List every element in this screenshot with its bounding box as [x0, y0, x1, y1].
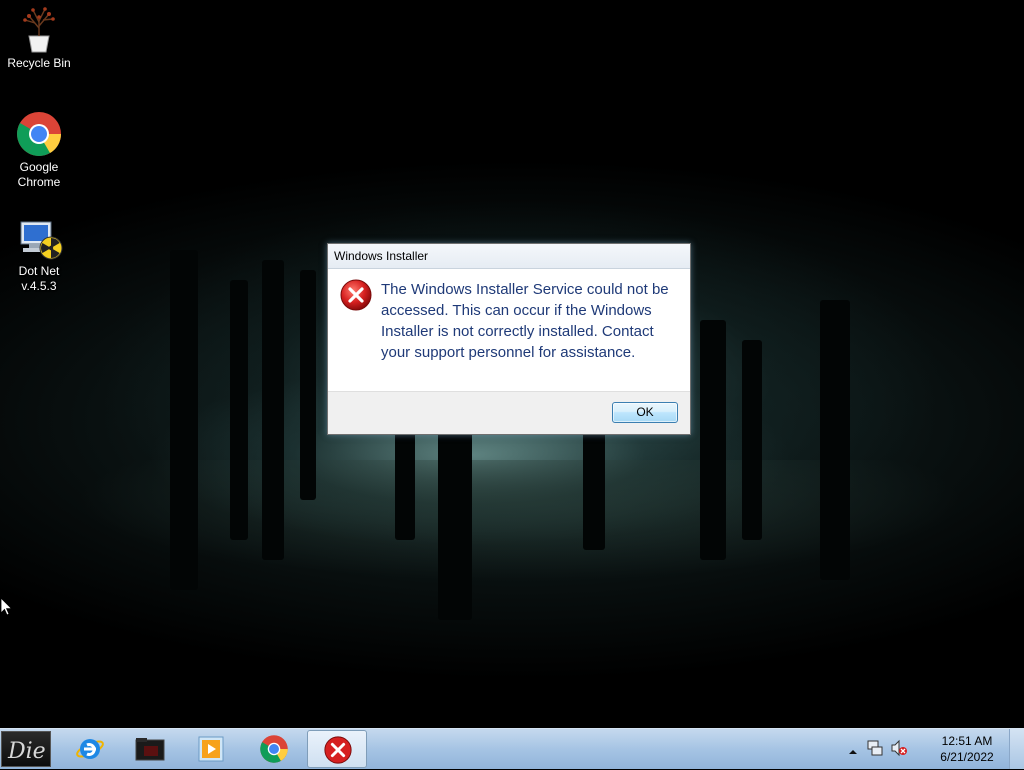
taskbar-file-explorer[interactable]: [120, 730, 180, 768]
chrome-icon: [15, 110, 63, 158]
error-icon: [323, 735, 353, 765]
desktop-icon-dot-net[interactable]: Dot Net v.4.5.3: [4, 214, 74, 294]
chrome-icon: [259, 734, 289, 764]
clock-date: 6/21/2022: [940, 750, 994, 764]
start-button[interactable]: Die: [1, 731, 51, 767]
wallpaper-tree: [170, 250, 198, 590]
dialog-body: The Windows Installer Service could not …: [328, 269, 690, 391]
system-tray: 12:51 AM 6/21/2022: [834, 729, 1024, 769]
clock-time: 12:51 AM: [941, 734, 993, 748]
taskbar-media-player[interactable]: [181, 730, 241, 768]
clock[interactable]: 12:51 AM 6/21/2022: [932, 733, 1002, 765]
taskbar: Die 12:51 AM 6/21/2022: [0, 728, 1024, 769]
media-player-icon: [196, 734, 226, 764]
taskbar-windows-installer-error[interactable]: [307, 730, 367, 768]
wallpaper-tree: [230, 280, 248, 540]
desktop-icon-google-chrome[interactable]: Google Chrome: [4, 110, 74, 190]
wallpaper-tree: [820, 300, 850, 580]
wallpaper-tree: [583, 420, 605, 550]
dotnet-installer-icon: [15, 214, 63, 262]
wallpaper-tree: [438, 420, 472, 620]
recycle-bin-icon: [15, 6, 63, 54]
desktop-icon-label: Google: [19, 160, 59, 174]
dialog-message: The Windows Installer Service could not …: [381, 281, 669, 361]
show-hidden-icons-icon[interactable]: [848, 742, 858, 761]
error-icon: [340, 279, 372, 311]
file-explorer-icon: [135, 734, 165, 764]
volume-muted-icon[interactable]: [890, 739, 908, 761]
windows-installer-dialog: Windows Installer The Windows Installer …: [327, 243, 691, 435]
wallpaper-tree: [742, 340, 762, 540]
dialog-footer: OK: [328, 391, 690, 434]
mouse-cursor-icon: [0, 597, 13, 616]
wallpaper-tree: [395, 420, 415, 540]
svg-text:Die: Die: [7, 739, 46, 764]
desktop-icon-label: Chrome: [17, 175, 61, 189]
start-logo-icon: Die: [7, 739, 46, 764]
wallpaper-tree: [700, 320, 726, 560]
wallpaper-tree: [300, 270, 316, 500]
taskbar-internet-explorer[interactable]: [60, 730, 120, 768]
dialog-title[interactable]: Windows Installer: [328, 244, 690, 269]
desktop-icon-label: Dot Net: [18, 264, 60, 278]
taskbar-chrome[interactable]: [244, 730, 304, 768]
desktop-icon-recycle-bin[interactable]: Recycle Bin: [4, 6, 74, 71]
desktop-icon-label: v.4.5.3: [21, 279, 57, 293]
ok-button[interactable]: OK: [612, 402, 678, 423]
show-desktop-button[interactable]: [1009, 729, 1024, 769]
internet-explorer-icon: [75, 734, 105, 764]
desktop-icon-label: Recycle Bin: [7, 56, 71, 70]
wallpaper-tree: [262, 260, 284, 560]
network-icon[interactable]: [866, 739, 884, 761]
